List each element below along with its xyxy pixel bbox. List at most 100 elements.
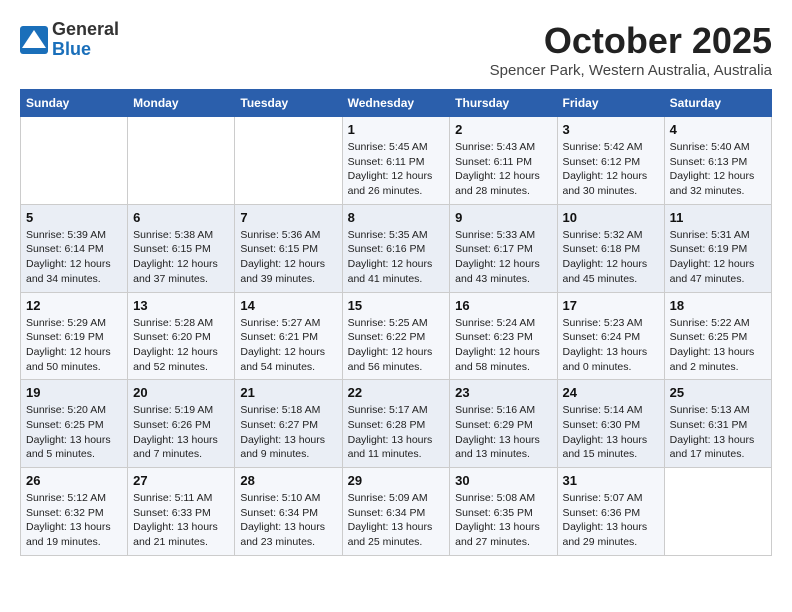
day-header-sunday: Sunday — [21, 90, 128, 117]
calendar-cell: 19Sunrise: 5:20 AM Sunset: 6:25 PM Dayli… — [21, 380, 128, 468]
calendar-cell — [128, 117, 235, 205]
day-detail: Sunrise: 5:45 AM Sunset: 6:11 PM Dayligh… — [348, 140, 445, 199]
day-detail: Sunrise: 5:42 AM Sunset: 6:12 PM Dayligh… — [563, 140, 659, 199]
calendar-week-2: 12 Sunrise: 5:29 AM Sunset: 6:19 PM Dayli… — [21, 292, 772, 380]
day-detail: Sunrise: 5:08 AM Sunset: 6:35 PM Dayligh… — [455, 491, 551, 550]
day-header-monday: Monday — [128, 90, 235, 117]
day-number: 24 — [563, 385, 659, 400]
calendar-cell: 30 Sunrise: 5:08 AM Sunset: 6:35 PM Dayli… — [450, 468, 557, 556]
day-number: 20 — [133, 385, 229, 400]
day-number: 26 — [26, 473, 122, 488]
day-header-wednesday: Wednesday — [342, 90, 450, 117]
day-number: 23 — [455, 385, 551, 400]
day-detail: Sunrise: 5:13 AM Sunset: 6:31 PM Dayligh… — [670, 403, 766, 462]
day-detail: Sunrise: 5:09 AM Sunset: 6:34 PM Dayligh… — [348, 491, 445, 550]
day-number: 29 — [348, 473, 445, 488]
calendar-cell: 23 Sunrise: 5:16 AM Sunset: 6:29 PM Dayli… — [450, 380, 557, 468]
day-header-tuesday: Tuesday — [235, 90, 342, 117]
calendar-cell: 16 Sunrise: 5:24 AM Sunset: 6:23 PM Dayli… — [450, 292, 557, 380]
day-detail: Sunrise: 5:29 AM Sunset: 6:19 PM Dayligh… — [26, 316, 122, 375]
day-detail: Sunrise: 5:43 AM Sunset: 6:11 PM Dayligh… — [455, 140, 551, 199]
day-number: 5 — [26, 210, 122, 225]
day-detail: Sunrise: 5:07 AM Sunset: 6:36 PM Dayligh… — [563, 491, 659, 550]
day-number: 2 — [455, 122, 551, 137]
month-title: October 2025 — [490, 20, 772, 62]
page-header: General Blue October 2025 Spencer Park, … — [20, 20, 772, 79]
calendar-cell: 2 Sunrise: 5:43 AM Sunset: 6:11 PM Daylig… — [450, 117, 557, 205]
location-subtitle: Spencer Park, Western Australia, Austral… — [490, 62, 772, 79]
calendar-cell: 11 Sunrise: 5:31 AM Sunset: 6:19 PM Dayli… — [664, 204, 771, 292]
calendar-cell: 22Sunrise: 5:17 AM Sunset: 6:28 PM Dayli… — [342, 380, 450, 468]
calendar-cell: 3 Sunrise: 5:42 AM Sunset: 6:12 PM Daylig… — [557, 117, 664, 205]
calendar-cell: 18 Sunrise: 5:22 AM Sunset: 6:25 PM Dayli… — [664, 292, 771, 380]
day-detail: Sunrise: 5:36 AM Sunset: 6:15 PM Dayligh… — [240, 228, 336, 287]
day-detail: Sunrise: 5:14 AM Sunset: 6:30 PM Dayligh… — [563, 403, 659, 462]
day-detail: Sunrise: 5:38 AM Sunset: 6:15 PM Dayligh… — [133, 228, 229, 287]
day-number: 31 — [563, 473, 659, 488]
day-detail: Sunrise: 5:33 AM Sunset: 6:17 PM Dayligh… — [455, 228, 551, 287]
calendar-cell: 27Sunrise: 5:11 AM Sunset: 6:33 PM Dayli… — [128, 468, 235, 556]
day-detail: Sunrise: 5:22 AM Sunset: 6:25 PM Dayligh… — [670, 316, 766, 375]
day-number: 17 — [563, 298, 659, 313]
day-number: 30 — [455, 473, 551, 488]
calendar-cell: 17 Sunrise: 5:23 AM Sunset: 6:24 PM Dayli… — [557, 292, 664, 380]
day-header-thursday: Thursday — [450, 90, 557, 117]
day-number: 27 — [133, 473, 229, 488]
title-block: October 2025 Spencer Park, Western Austr… — [490, 20, 772, 79]
day-number: 15 — [348, 298, 445, 313]
calendar-body: 1Sunrise: 5:45 AM Sunset: 6:11 PM Daylig… — [21, 117, 772, 556]
day-number: 12 — [26, 298, 122, 313]
day-header-friday: Friday — [557, 90, 664, 117]
day-detail: Sunrise: 5:24 AM Sunset: 6:23 PM Dayligh… — [455, 316, 551, 375]
calendar-week-0: 1Sunrise: 5:45 AM Sunset: 6:11 PM Daylig… — [21, 117, 772, 205]
day-number: 11 — [670, 210, 766, 225]
day-detail: Sunrise: 5:19 AM Sunset: 6:26 PM Dayligh… — [133, 403, 229, 462]
day-number: 18 — [670, 298, 766, 313]
calendar-cell: 7 Sunrise: 5:36 AM Sunset: 6:15 PM Daylig… — [235, 204, 342, 292]
calendar-cell — [21, 117, 128, 205]
calendar-cell — [235, 117, 342, 205]
calendar-cell: 10 Sunrise: 5:32 AM Sunset: 6:18 PM Dayli… — [557, 204, 664, 292]
calendar-week-1: 5 Sunrise: 5:39 AM Sunset: 6:14 PM Daylig… — [21, 204, 772, 292]
day-detail: Sunrise: 5:12 AM Sunset: 6:32 PM Dayligh… — [26, 491, 122, 550]
day-detail: Sunrise: 5:27 AM Sunset: 6:21 PM Dayligh… — [240, 316, 336, 375]
calendar-cell: 5 Sunrise: 5:39 AM Sunset: 6:14 PM Daylig… — [21, 204, 128, 292]
calendar-cell: 8 Sunrise: 5:35 AM Sunset: 6:16 PM Daylig… — [342, 204, 450, 292]
logo: General Blue — [20, 20, 119, 60]
day-number: 28 — [240, 473, 336, 488]
day-detail: Sunrise: 5:35 AM Sunset: 6:16 PM Dayligh… — [348, 228, 445, 287]
day-detail: Sunrise: 5:20 AM Sunset: 6:25 PM Dayligh… — [26, 403, 122, 462]
day-header-saturday: Saturday — [664, 90, 771, 117]
day-detail: Sunrise: 5:17 AM Sunset: 6:28 PM Dayligh… — [348, 403, 445, 462]
day-number: 7 — [240, 210, 336, 225]
calendar-cell: 12 Sunrise: 5:29 AM Sunset: 6:19 PM Dayli… — [21, 292, 128, 380]
day-detail: Sunrise: 5:31 AM Sunset: 6:19 PM Dayligh… — [670, 228, 766, 287]
day-detail: Sunrise: 5:32 AM Sunset: 6:18 PM Dayligh… — [563, 228, 659, 287]
day-number: 10 — [563, 210, 659, 225]
day-number: 13 — [133, 298, 229, 313]
day-number: 8 — [348, 210, 445, 225]
day-detail: Sunrise: 5:16 AM Sunset: 6:29 PM Dayligh… — [455, 403, 551, 462]
calendar-cell: 14 Sunrise: 5:27 AM Sunset: 6:21 PM Dayli… — [235, 292, 342, 380]
logo-general-text: General — [52, 19, 119, 39]
calendar-header: SundayMondayTuesdayWednesdayThursdayFrid… — [21, 90, 772, 117]
calendar-table: SundayMondayTuesdayWednesdayThursdayFrid… — [20, 89, 772, 556]
calendar-cell: 26 Sunrise: 5:12 AM Sunset: 6:32 PM Dayli… — [21, 468, 128, 556]
calendar-week-3: 19Sunrise: 5:20 AM Sunset: 6:25 PM Dayli… — [21, 380, 772, 468]
day-number: 9 — [455, 210, 551, 225]
logo-icon — [20, 26, 48, 54]
calendar-cell: 6Sunrise: 5:38 AM Sunset: 6:15 PM Daylig… — [128, 204, 235, 292]
day-number: 14 — [240, 298, 336, 313]
calendar-cell: 24 Sunrise: 5:14 AM Sunset: 6:30 PM Dayli… — [557, 380, 664, 468]
logo-blue-text: Blue — [52, 39, 91, 59]
logo-text: General Blue — [52, 20, 119, 60]
day-detail: Sunrise: 5:25 AM Sunset: 6:22 PM Dayligh… — [348, 316, 445, 375]
day-detail: Sunrise: 5:39 AM Sunset: 6:14 PM Dayligh… — [26, 228, 122, 287]
day-number: 3 — [563, 122, 659, 137]
day-number: 4 — [670, 122, 766, 137]
day-number: 25 — [670, 385, 766, 400]
header-row: SundayMondayTuesdayWednesdayThursdayFrid… — [21, 90, 772, 117]
day-number: 16 — [455, 298, 551, 313]
day-detail: Sunrise: 5:23 AM Sunset: 6:24 PM Dayligh… — [563, 316, 659, 375]
day-detail: Sunrise: 5:18 AM Sunset: 6:27 PM Dayligh… — [240, 403, 336, 462]
